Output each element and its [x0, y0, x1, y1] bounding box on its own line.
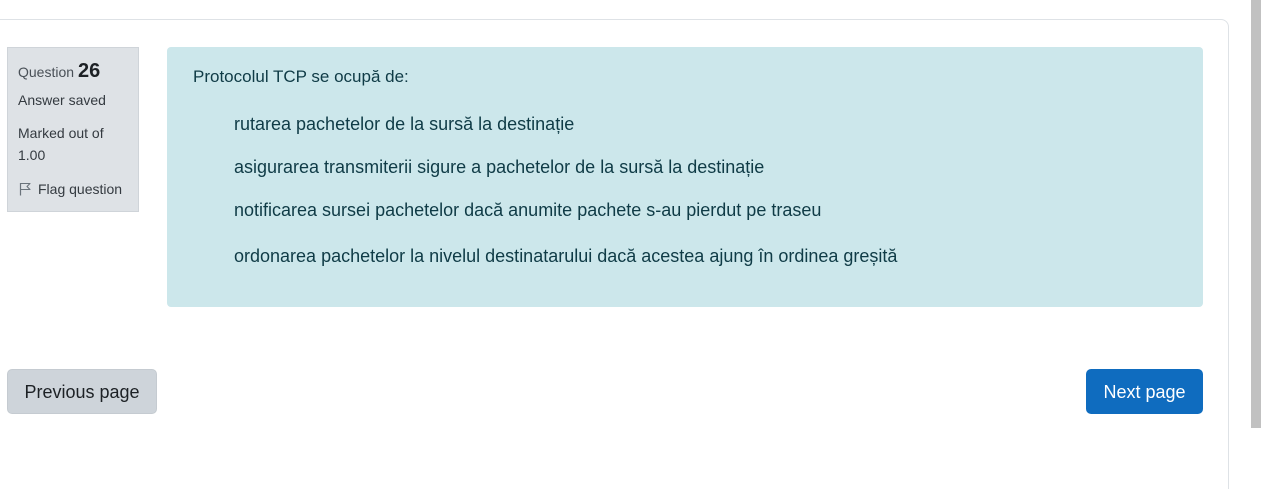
question-state: Answer saved: [18, 92, 106, 108]
question-number: Question 26: [18, 60, 128, 82]
question-grade: Marked out of 1.00: [18, 125, 104, 163]
question-content: Protocolul TCP se ocupă de: rutarea pach…: [167, 47, 1203, 307]
scrollbar-thumb[interactable]: [1251, 0, 1261, 428]
question-text: Protocolul TCP se ocupă de:: [193, 67, 409, 86]
answer-list: rutarea pachetelor de la sursă la destin…: [234, 113, 1177, 267]
answer-option[interactable]: asigurarea transmiterii sigure a pachete…: [234, 156, 1177, 178]
answer-option[interactable]: ordonarea pachetelor la nivelul destinat…: [234, 245, 1177, 267]
question-number-value: 26: [78, 60, 101, 82]
previous-page-button[interactable]: Previous page: [7, 369, 157, 414]
flag-question-link[interactable]: Flag question: [18, 180, 128, 198]
question-info: Question 26 Answer saved Marked out of 1.…: [7, 47, 139, 212]
flag-question-label: Flag question: [38, 181, 123, 197]
answer-option[interactable]: rutarea pachetelor de la sursă la destin…: [234, 113, 1177, 135]
flag-icon: [19, 182, 31, 196]
answer-option[interactable]: notificarea sursei pachetelor dacă anumi…: [234, 199, 1177, 221]
next-page-button[interactable]: Next page: [1086, 369, 1203, 414]
question-label: Question: [18, 64, 75, 80]
